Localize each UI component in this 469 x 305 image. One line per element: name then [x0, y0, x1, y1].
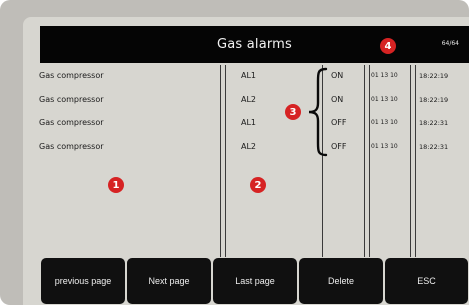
callout-marker-4: 4 — [380, 38, 396, 54]
alarm-row[interactable]: Gas compressor AL1 OFF 01 13 10 18:22:31 — [23, 114, 469, 132]
hmi-screen: Gas alarms 64/64 Gas compressor AL1 ON 0… — [23, 17, 469, 305]
previous-page-button[interactable]: previous page — [40, 257, 126, 305]
callout-marker-1: 1 — [108, 177, 124, 193]
alarm-state: ON — [331, 71, 344, 80]
callout-marker-2: 2 — [250, 177, 266, 193]
alarm-description: Gas compressor — [39, 95, 104, 104]
alarm-date: 01 13 10 — [371, 119, 398, 126]
title-bar: Gas alarms 64/64 — [40, 26, 469, 63]
alarm-row[interactable]: Gas compressor AL2 ON 01 13 10 18:22:19 — [23, 91, 469, 109]
alarm-description: Gas compressor — [39, 71, 104, 80]
page-title: Gas alarms — [216, 37, 293, 52]
alarm-time: 18:22:31 — [419, 143, 449, 151]
callout-marker-3: 3 — [285, 104, 301, 120]
alarm-description: Gas compressor — [39, 142, 104, 151]
next-page-button[interactable]: Next page — [126, 257, 212, 305]
alarm-date: 01 13 10 — [371, 72, 398, 79]
function-button-bar: previous page Next page Last page Delete… — [40, 257, 469, 305]
alarm-code: AL2 — [241, 142, 257, 151]
last-page-button[interactable]: Last page — [212, 257, 298, 305]
alarm-code: AL1 — [241, 118, 257, 127]
alarm-time: 18:22:31 — [419, 119, 449, 127]
alarm-state: ON — [331, 95, 344, 104]
alarm-state: OFF — [331, 118, 347, 127]
alarm-state: OFF — [331, 142, 347, 151]
alarm-time: 18:22:19 — [419, 96, 449, 104]
alarm-date: 01 13 10 — [371, 96, 398, 103]
esc-button[interactable]: ESC — [384, 257, 469, 305]
alarm-description: Gas compressor — [39, 118, 104, 127]
alarm-date: 01 13 10 — [371, 143, 398, 150]
delete-button[interactable]: Delete — [298, 257, 384, 305]
alarm-row[interactable]: Gas compressor AL1 ON 01 13 10 18:22:19 — [23, 67, 469, 85]
alarm-time: 18:22:19 — [419, 72, 449, 80]
alarm-row[interactable]: Gas compressor AL2 OFF 01 13 10 18:22:31 — [23, 138, 469, 156]
alarm-code: AL1 — [241, 71, 257, 80]
page-indicator: 64/64 — [441, 40, 459, 47]
alarm-code: AL2 — [241, 95, 257, 104]
curly-brace-icon — [308, 67, 328, 157]
